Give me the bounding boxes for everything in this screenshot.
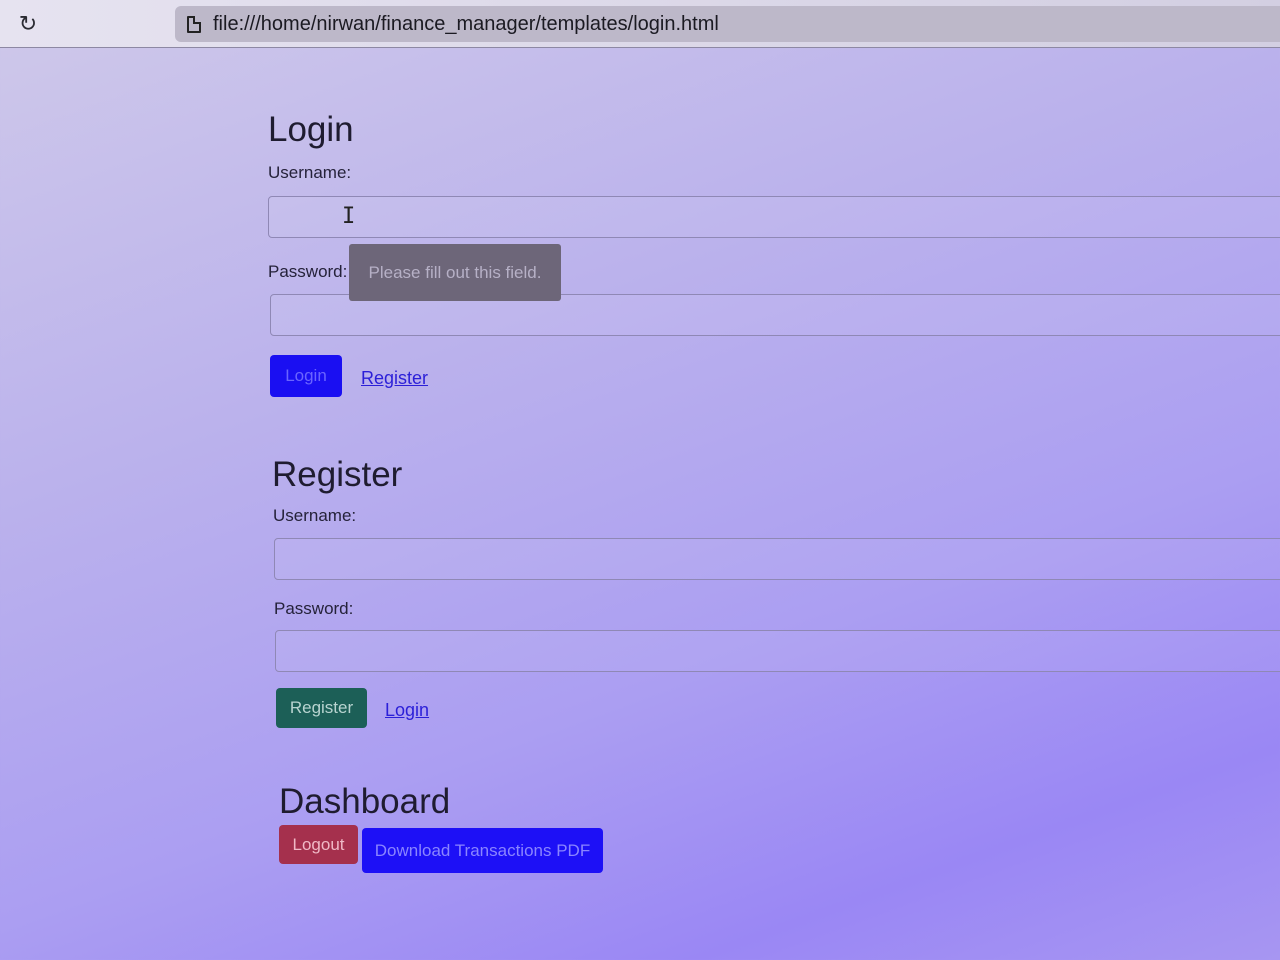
register-button[interactable]: Register bbox=[276, 688, 367, 728]
logout-button[interactable]: Logout bbox=[279, 825, 358, 864]
login-title: Login bbox=[268, 110, 354, 149]
dashboard-title: Dashboard bbox=[279, 782, 451, 821]
register-password-input[interactable] bbox=[275, 630, 1280, 672]
login-username-label: Username: bbox=[268, 163, 352, 182]
browser-toolbar: ↻ file:///home/nirwan/finance_manager/te… bbox=[0, 0, 1280, 48]
register-username-input[interactable] bbox=[274, 538, 1280, 580]
text-cursor-icon: I bbox=[342, 204, 356, 229]
register-title: Register bbox=[272, 455, 403, 494]
login-button[interactable]: Login bbox=[270, 355, 342, 397]
address-bar[interactable]: file:///home/nirwan/finance_manager/temp… bbox=[175, 6, 1280, 42]
login-password-label: Password: bbox=[268, 262, 348, 281]
register-password-label: Password: bbox=[274, 599, 354, 618]
login-username-input[interactable] bbox=[268, 196, 1280, 238]
validation-tooltip: Please fill out this field. bbox=[349, 244, 561, 301]
register-username-label: Username: bbox=[273, 506, 357, 525]
register-link[interactable]: Register bbox=[361, 368, 428, 389]
reload-icon[interactable]: ↻ bbox=[16, 12, 40, 36]
login-link[interactable]: Login bbox=[385, 700, 429, 721]
url-text[interactable]: file:///home/nirwan/finance_manager/temp… bbox=[213, 13, 719, 36]
page-icon bbox=[187, 15, 201, 33]
download-transactions-pdf-button[interactable]: Download Transactions PDF bbox=[362, 828, 603, 873]
